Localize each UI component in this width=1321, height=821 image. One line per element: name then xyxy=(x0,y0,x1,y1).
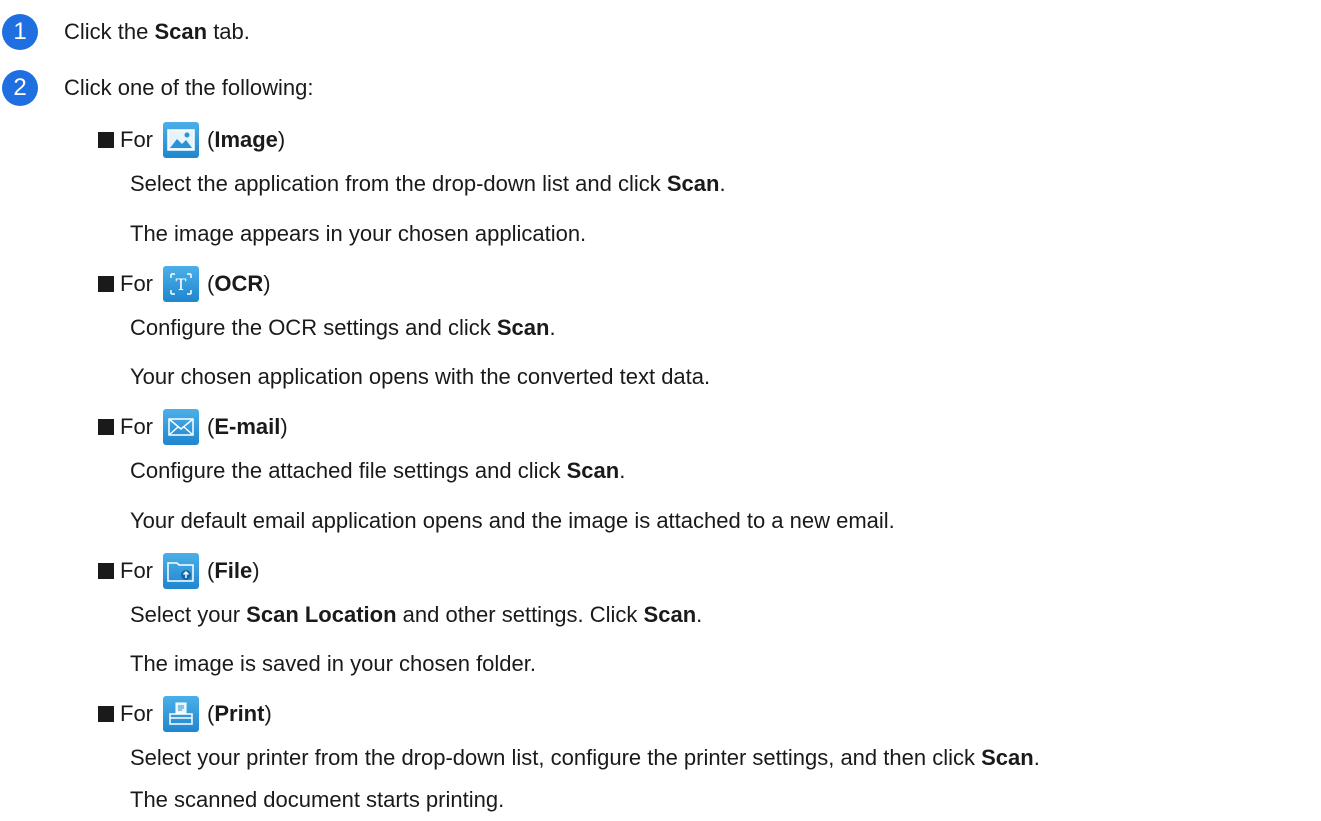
option-ocr-line-1: Configure the OCR settings and click Sca… xyxy=(130,315,556,340)
svg-text:T: T xyxy=(176,275,187,294)
option-label: (File) xyxy=(207,558,260,583)
step-number-badge: 1 xyxy=(2,14,38,50)
option-print: For (Print) xyxy=(98,696,272,732)
option-label: (E-mail) xyxy=(207,414,288,439)
option-email-line-1: Configure the attached file settings and… xyxy=(130,458,626,483)
option-file-line-2: The image is saved in your chosen folder… xyxy=(130,651,537,676)
step-1: 1 Click the Scan tab. xyxy=(0,14,250,50)
ocr-icon: T xyxy=(163,266,199,302)
bullet-icon xyxy=(98,276,114,292)
email-icon xyxy=(163,409,199,445)
bullet-icon xyxy=(98,563,114,579)
option-ocr-line-2: Your chosen application opens with the c… xyxy=(130,364,711,389)
option-file-line-1: Select your Scan Location and other sett… xyxy=(130,602,703,627)
option-email: For (E-mail) xyxy=(98,409,288,445)
option-for-label: For xyxy=(120,701,153,726)
option-for-label: For xyxy=(120,414,153,439)
option-file: For (File) xyxy=(98,553,260,589)
option-image-line-2: The image appears in your chosen applica… xyxy=(130,221,587,246)
step-1-pre: Click the xyxy=(64,19,155,44)
bullet-icon xyxy=(98,706,114,722)
file-icon xyxy=(163,553,199,589)
step-2: 2 Click one of the following: xyxy=(0,70,313,106)
option-print-line-1: Select your printer from the drop-down l… xyxy=(130,745,1040,770)
bullet-icon xyxy=(98,419,114,435)
option-image-line-1: Select the application from the drop-dow… xyxy=(130,171,726,196)
bullet-icon xyxy=(98,132,114,148)
image-icon xyxy=(163,122,199,158)
option-for-label: For xyxy=(120,127,153,152)
option-image: For (Image) xyxy=(98,122,285,158)
option-email-line-2: Your default email application opens and… xyxy=(130,508,895,533)
step-1-bold: Scan xyxy=(154,19,208,44)
option-for-label: For xyxy=(120,558,153,583)
option-label: (Image) xyxy=(207,127,286,152)
step-number-badge: 2 xyxy=(2,70,38,106)
option-label: (Print) xyxy=(207,701,272,726)
step-2-text: Click one of the following: xyxy=(64,75,314,100)
option-print-line-2: The scanned document starts printing. xyxy=(130,787,505,812)
option-ocr: For T (OCR) xyxy=(98,266,271,302)
print-icon xyxy=(163,696,199,732)
option-for-label: For xyxy=(120,271,153,296)
step-1-text: Click the Scan tab. xyxy=(64,19,250,45)
step-1-post: tab. xyxy=(207,19,250,44)
option-label: (OCR) xyxy=(207,271,271,296)
